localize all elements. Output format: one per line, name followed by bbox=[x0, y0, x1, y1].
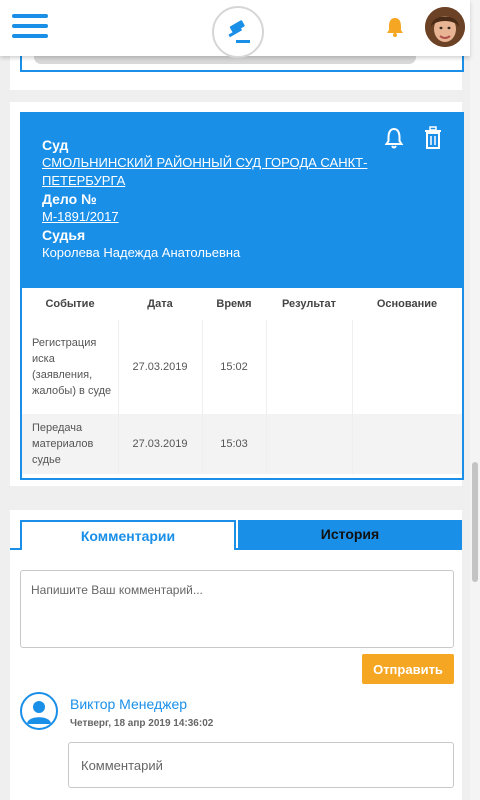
tab-history[interactable]: История bbox=[238, 520, 462, 550]
court-case-header: Суд СМОЛЬНИНСКИЙ РАЙОННЫЙ СУД ГОРОДА САН… bbox=[22, 114, 462, 288]
cell-date: 27.03.2019 bbox=[117, 320, 202, 414]
court-name-link[interactable]: СМОЛЬНИНСКИЙ РАЙОННЫЙ СУД ГОРОДА САНКТ-П… bbox=[42, 154, 392, 190]
top-bar bbox=[0, 0, 470, 58]
cell-event: Регистрация иска (заявления, жалобы) в с… bbox=[32, 337, 112, 397]
scrollbar-track[interactable] bbox=[470, 0, 480, 800]
reply-input[interactable] bbox=[68, 742, 454, 788]
cell-result bbox=[265, 414, 352, 474]
cell-date: 27.03.2019 bbox=[117, 414, 202, 474]
court-case-card: Суд СМОЛЬНИНСКИЙ РАЙОННЫЙ СУД ГОРОДА САН… bbox=[10, 102, 464, 486]
hamburger-icon[interactable] bbox=[12, 12, 48, 40]
send-button[interactable]: Отправить bbox=[362, 654, 454, 684]
scrollbar-thumb[interactable] bbox=[472, 462, 478, 582]
events-table: Событие Дата Время Результат Основание Р… bbox=[22, 288, 462, 474]
cell-event: Передача материалов судье bbox=[22, 414, 118, 474]
court-case-frame: Суд СМОЛЬНИНСКИЙ РАЙОННЫЙ СУД ГОРОДА САН… bbox=[20, 112, 464, 480]
table-header-row: Событие Дата Время Результат Основание bbox=[22, 288, 462, 320]
comment-input[interactable] bbox=[20, 570, 454, 648]
commenter-avatar-icon bbox=[20, 692, 58, 730]
col-basis: Основание bbox=[376, 298, 438, 310]
cell-basis bbox=[351, 320, 462, 414]
bell-icon[interactable] bbox=[385, 16, 405, 43]
col-time: Время bbox=[216, 298, 252, 310]
comments-section: Комментарии История Отправить Виктор Мен… bbox=[10, 510, 462, 800]
gavel-icon[interactable] bbox=[212, 6, 264, 58]
cell-time: 15:02 bbox=[201, 320, 266, 414]
user-avatar[interactable] bbox=[425, 7, 465, 47]
comment-timestamp: Четверг, 18 апр 2019 14:36:02 bbox=[70, 718, 214, 729]
col-event: Событие bbox=[45, 298, 95, 310]
col-result: Результат bbox=[281, 298, 337, 310]
cell-time: 15:03 bbox=[201, 414, 266, 474]
bell-outline-icon[interactable] bbox=[384, 126, 404, 155]
commenter-name[interactable]: Виктор Менеджер bbox=[70, 696, 187, 712]
cell-result bbox=[265, 320, 352, 414]
tab-comments[interactable]: Комментарии bbox=[20, 520, 236, 550]
judge-name: Королева Надежда Анатольевна bbox=[42, 245, 241, 260]
trash-icon[interactable] bbox=[424, 126, 442, 155]
table-row: Передача материалов судье 27.03.2019 15:… bbox=[22, 414, 462, 474]
col-date: Дата bbox=[147, 298, 173, 310]
judge-label: Судья bbox=[42, 227, 86, 243]
case-number-link[interactable]: М-1891/2017 bbox=[42, 208, 462, 226]
cell-basis bbox=[351, 414, 462, 474]
case-label: Дело № bbox=[42, 191, 97, 207]
table-row: Регистрация иска (заявления, жалобы) в с… bbox=[22, 320, 462, 414]
